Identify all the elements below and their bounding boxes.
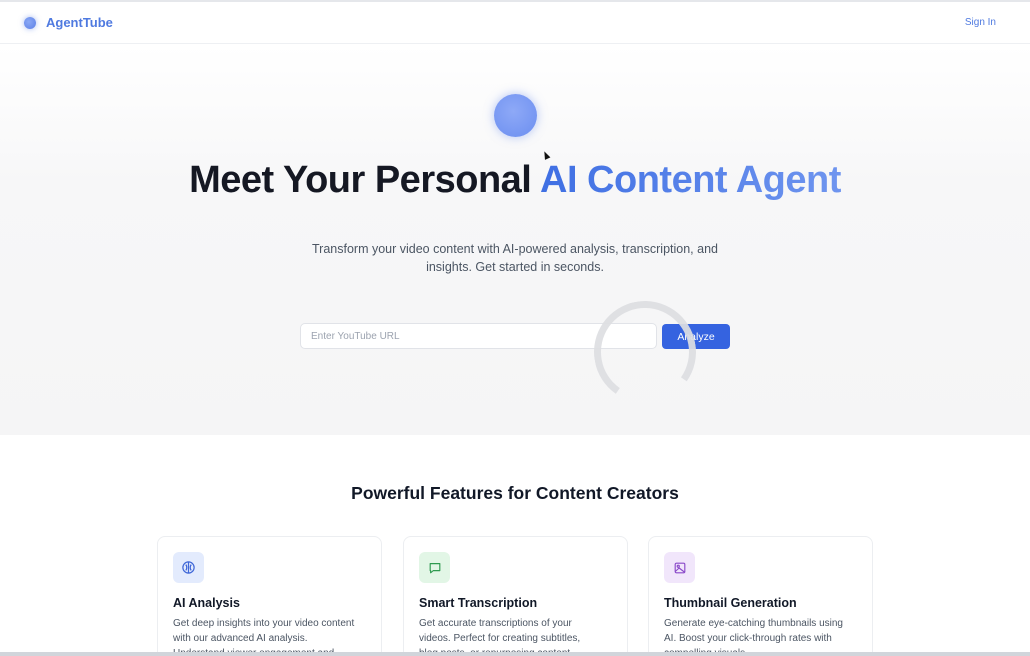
hero-title-prefix: Meet Your Personal xyxy=(189,159,540,201)
feature-card-desc: Get accurate transcriptions of your vide… xyxy=(419,616,612,656)
feature-card-smart-transcription: Smart Transcription Get accurate transcr… xyxy=(403,536,628,656)
hero-subtitle: Transform your video content with AI-pow… xyxy=(300,240,730,276)
logo-orb-icon xyxy=(24,16,36,29)
sign-in-link[interactable]: Sign In xyxy=(965,17,996,28)
feature-card-ai-analysis: AI Analysis Get deep insights into your … xyxy=(157,536,382,656)
feature-card-desc: Get deep insights into your video conten… xyxy=(173,616,366,656)
desc-line: AI. Boost your click-through rates with xyxy=(664,633,832,644)
desc-line: with our advanced AI analysis. xyxy=(173,633,308,644)
hero-subtitle-line2: insights. Get started in seconds. xyxy=(426,260,604,274)
feature-card-desc: Generate eye-catching thumbnails using A… xyxy=(664,616,857,656)
desc-line: Get accurate transcriptions of your xyxy=(419,618,572,629)
feature-card-title: AI Analysis xyxy=(173,596,240,610)
desc-line: Generate eye-catching thumbnails using xyxy=(664,618,843,629)
hero-subtitle-line1: Transform your video content with AI-pow… xyxy=(312,242,718,256)
feature-card-thumbnail-generation: Thumbnail Generation Generate eye-catchi… xyxy=(648,536,873,656)
image-icon xyxy=(664,552,695,583)
brand-name: AgentTube xyxy=(46,15,113,30)
hero-orb-icon xyxy=(494,94,537,137)
window-bottom-edge xyxy=(0,652,1030,656)
hero-section: Meet Your Personal AI Content Agent Tran… xyxy=(0,45,1030,435)
hero-title-accent: AI Content Agent xyxy=(540,159,841,201)
loading-spinner-icon xyxy=(585,292,705,412)
hero-title: Meet Your Personal AI Content Agent xyxy=(0,159,1030,202)
brand-logo[interactable]: AgentTube xyxy=(24,15,113,30)
feature-card-title: Smart Transcription xyxy=(419,596,538,610)
features-title: Powerful Features for Content Creators xyxy=(351,483,679,503)
message-icon xyxy=(419,552,450,583)
brain-icon xyxy=(173,552,204,583)
feature-card-title: Thumbnail Generation xyxy=(664,596,797,610)
desc-line: videos. Perfect for creating subtitles, xyxy=(419,633,581,644)
top-navbar: AgentTube Sign In xyxy=(0,2,1030,44)
desc-line: Get deep insights into your video conten… xyxy=(173,618,355,629)
